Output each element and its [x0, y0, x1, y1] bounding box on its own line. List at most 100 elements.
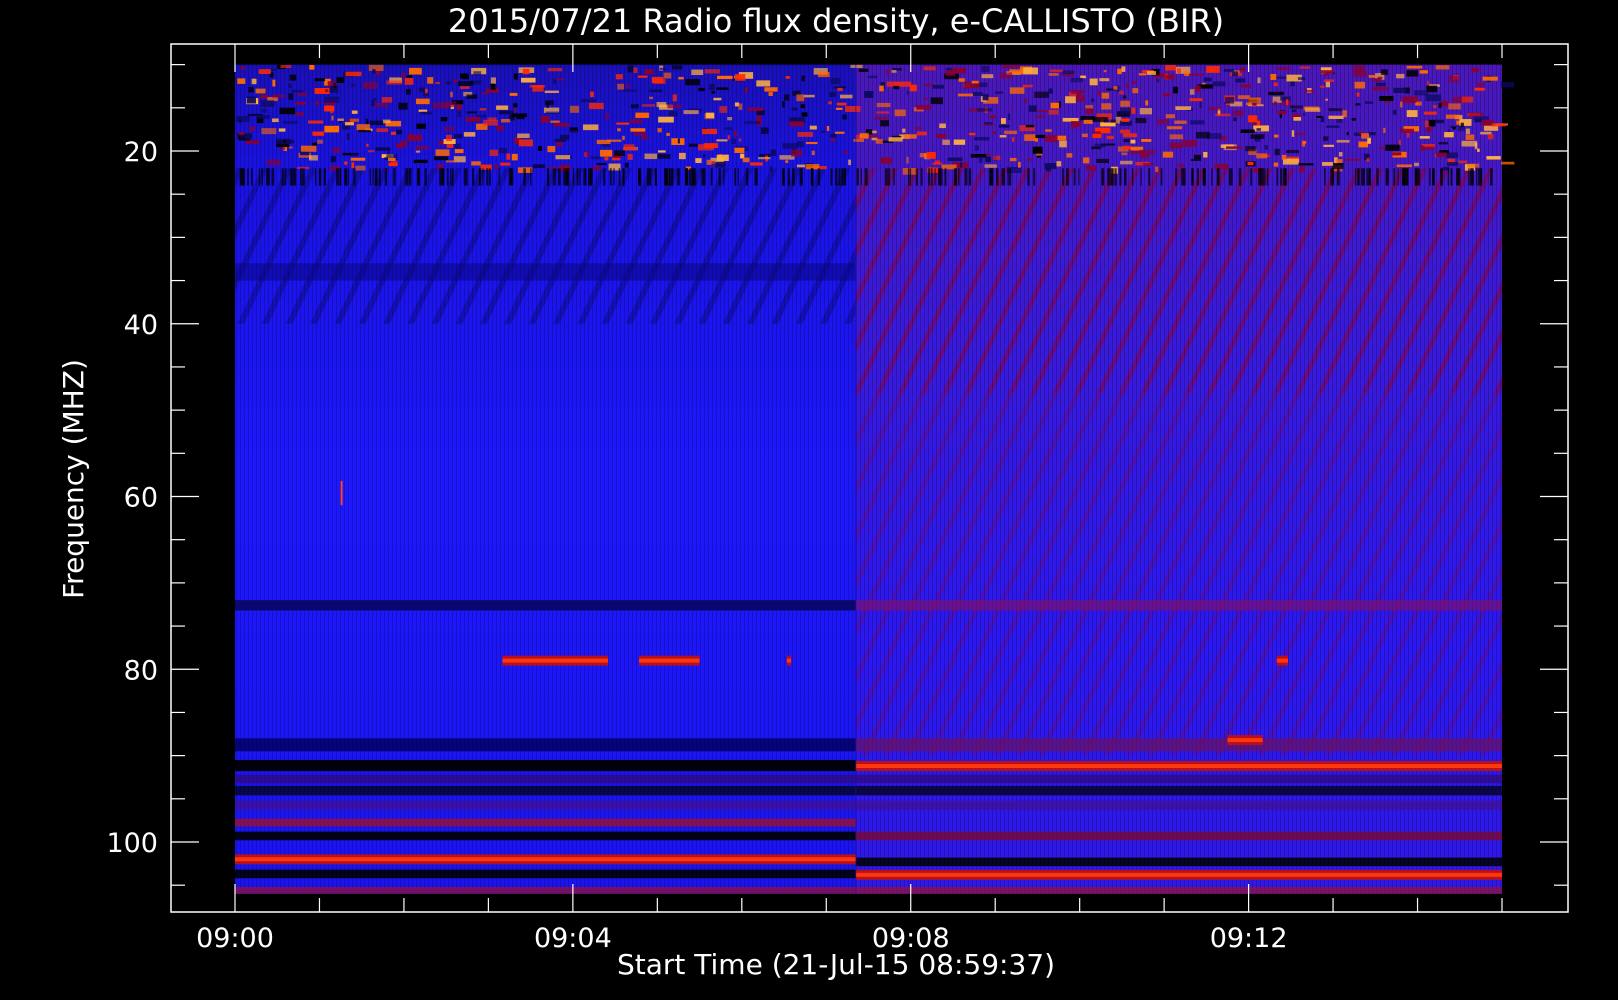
noise-speckle [1197, 168, 1199, 186]
noise-speckle [977, 108, 993, 112]
noise-speckle [1474, 87, 1485, 91]
noise-speckle [876, 102, 891, 108]
noise-speckle [317, 139, 323, 144]
noise-speckle [1397, 168, 1399, 186]
noise-speckle [1132, 88, 1139, 94]
noise-speckle [1400, 128, 1415, 133]
noise-speckle [586, 151, 590, 157]
noise-speckle [709, 84, 715, 90]
noise-speckle [1305, 107, 1321, 112]
noise-speckle [974, 145, 980, 151]
noise-speckle [547, 67, 563, 72]
noise-speckle [488, 168, 491, 186]
noise-speckle [657, 154, 671, 159]
noise-speckle [633, 67, 638, 74]
noise-speckle [1141, 139, 1152, 142]
noise-speckle [702, 128, 717, 135]
noise-speckle [239, 168, 242, 186]
noise-speckle [613, 168, 615, 186]
noise-speckle [938, 168, 940, 186]
noise-speckle [957, 93, 974, 97]
noise-speckle [1379, 95, 1394, 101]
noise-speckle [339, 168, 342, 186]
noise-speckle [1294, 132, 1307, 135]
noise-speckle [496, 125, 504, 131]
noise-speckle [1465, 134, 1475, 140]
noise-speckle [994, 91, 1004, 94]
noise-speckle [1007, 168, 1009, 186]
noise-speckle [553, 122, 570, 127]
noise-speckle [1034, 115, 1045, 118]
noise-speckle [934, 168, 936, 186]
noise-speckle [716, 75, 733, 80]
noise-speckle [1458, 160, 1468, 164]
noise-speckle [1073, 168, 1076, 186]
y-tick-label: 60 [124, 483, 158, 514]
noise-speckle [1403, 168, 1407, 186]
noise-speckle [1477, 148, 1480, 152]
y-tick-label: 100 [106, 828, 158, 859]
noise-speckle [349, 118, 359, 122]
noise-speckle [1440, 168, 1442, 186]
noise-speckle [1322, 162, 1334, 166]
noise-speckle [664, 168, 667, 186]
noise-speckle [1256, 128, 1261, 131]
noise-speckle [1135, 117, 1147, 124]
noise-speckle [1273, 162, 1279, 167]
noise-speckle [992, 131, 997, 135]
noise-speckle [738, 103, 743, 110]
noise-speckle [1247, 161, 1254, 166]
noise-speckle [769, 166, 773, 172]
noise-speckle [1289, 105, 1303, 109]
noise-speckle [1250, 168, 1253, 186]
noise-speckle [981, 74, 994, 79]
noise-speckle [1414, 168, 1417, 186]
noise-speckle [1461, 96, 1474, 103]
noise-speckle [1449, 75, 1459, 83]
noise-speckle [1471, 67, 1480, 72]
noise-speckle [279, 107, 296, 115]
noise-speckle [658, 150, 666, 153]
noise-speckle [654, 168, 658, 186]
noise-speckle [936, 133, 947, 138]
x-tick-label: 09:04 [534, 923, 612, 954]
noise-speckle [1165, 74, 1175, 80]
noise-speckle [1078, 168, 1080, 186]
noise-speckle [830, 138, 836, 142]
noise-speckle [1245, 146, 1256, 152]
noise-speckle [716, 139, 728, 142]
noise-speckle [930, 97, 943, 105]
noise-speckle [353, 168, 356, 186]
noise-speckle [1487, 134, 1494, 140]
noise-speckle [799, 168, 803, 186]
noise-speckle [1203, 77, 1212, 82]
noise-speckle [1065, 168, 1068, 186]
interference-band [235, 800, 1502, 811]
noise-speckle [1214, 163, 1229, 170]
noise-speckle [576, 168, 579, 186]
noise-speckle [1000, 118, 1006, 124]
noise-speckle [1121, 66, 1126, 72]
x-axis-label: Start Time (21-Jul-15 08:59:37) [617, 948, 1055, 981]
noise-speckle [1406, 110, 1418, 118]
noise-speckle [868, 75, 878, 79]
noise-speckle [490, 83, 496, 90]
noise-speckle [1299, 66, 1311, 69]
noise-speckle [858, 68, 869, 72]
noise-speckle [1233, 117, 1237, 122]
noise-speckle [659, 67, 668, 71]
noise-speckle [1366, 157, 1370, 162]
noise-speckle [308, 120, 324, 124]
noise-speckle [978, 156, 983, 163]
noise-speckle [384, 168, 388, 186]
interference-band [855, 857, 1502, 867]
noise-speckle [1174, 120, 1187, 124]
noise-speckle [1290, 81, 1295, 87]
noise-speckle [1119, 129, 1131, 134]
noise-speckle [902, 128, 906, 133]
noise-speckle [860, 168, 862, 186]
noise-speckle [1142, 163, 1154, 166]
noise-speckle [1140, 153, 1150, 159]
noise-speckle [1426, 85, 1438, 93]
noise-speckle [250, 168, 253, 186]
